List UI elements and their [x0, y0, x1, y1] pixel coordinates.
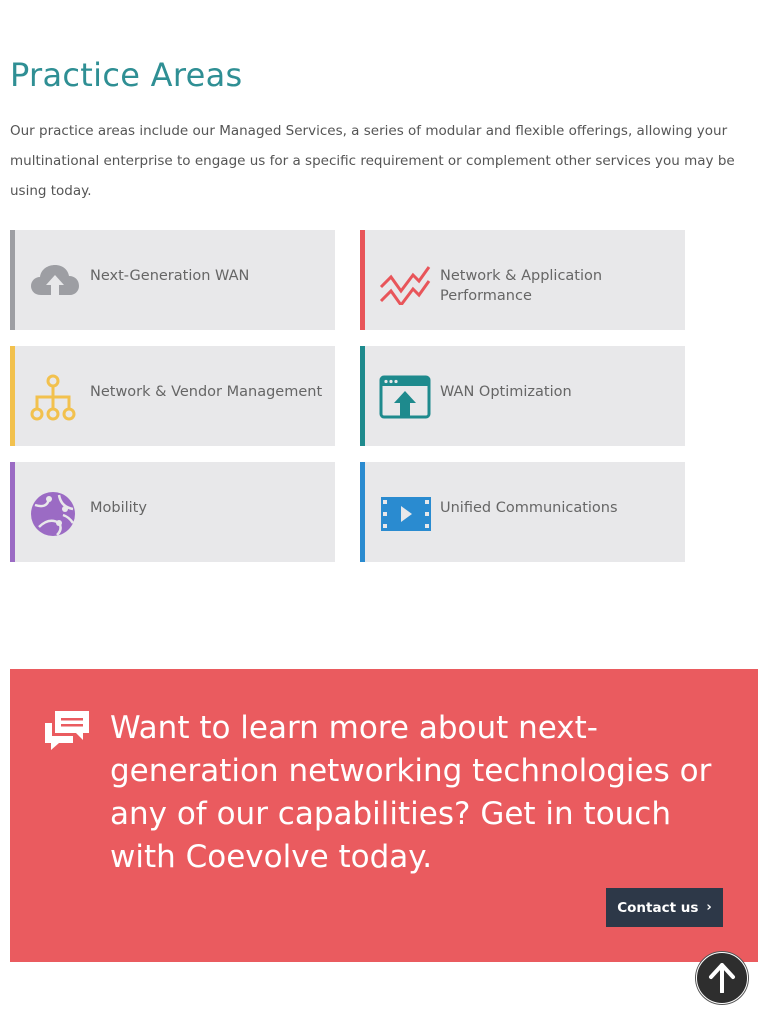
- contact-us-label: Contact us: [617, 899, 699, 916]
- chevron-right-icon: ›: [706, 900, 712, 915]
- practice-card-wan-optimization[interactable]: WAN Optimization: [360, 346, 685, 446]
- arrow-up-icon: [709, 963, 735, 993]
- practice-card-label: WAN Optimization: [440, 384, 572, 400]
- page-title: Practice Areas: [10, 56, 243, 94]
- cta-headline: Want to learn more about next-generation…: [110, 710, 712, 875]
- cloud-upload-icon: [29, 257, 81, 305]
- practice-card-next-generation-wan[interactable]: Next-Generation WAN: [10, 230, 335, 330]
- hierarchy-icon: [29, 373, 81, 421]
- practice-card-label: Network & Application Performance: [440, 268, 603, 304]
- practice-card-mobility[interactable]: Mobility: [10, 462, 335, 562]
- practice-card-network-vendor-management[interactable]: Network & Vendor Management: [10, 346, 335, 446]
- practice-card-label: Network & Vendor Management: [90, 384, 323, 400]
- contact-cta-banner: Want to learn more about next-generation…: [10, 669, 758, 962]
- practice-card-label: Unified Communications: [440, 500, 618, 516]
- window-upload-icon: [379, 373, 431, 421]
- contact-us-button[interactable]: Contact us ›: [606, 888, 723, 927]
- video-play-icon: [379, 489, 431, 537]
- chat-bubbles-icon: [43, 709, 91, 753]
- practice-card-label: Next-Generation WAN: [90, 268, 250, 284]
- practice-card-unified-communications[interactable]: Unified Communications: [360, 462, 685, 562]
- practice-card-label: Mobility: [90, 500, 147, 516]
- intro-text: Our practice areas include our Managed S…: [10, 123, 735, 199]
- globe-icon: [29, 489, 81, 537]
- practice-card-network-application-performance[interactable]: Network & Application Performance: [360, 230, 685, 330]
- scroll-to-top-button[interactable]: [696, 952, 748, 1004]
- trend-chart-icon: [379, 257, 431, 308]
